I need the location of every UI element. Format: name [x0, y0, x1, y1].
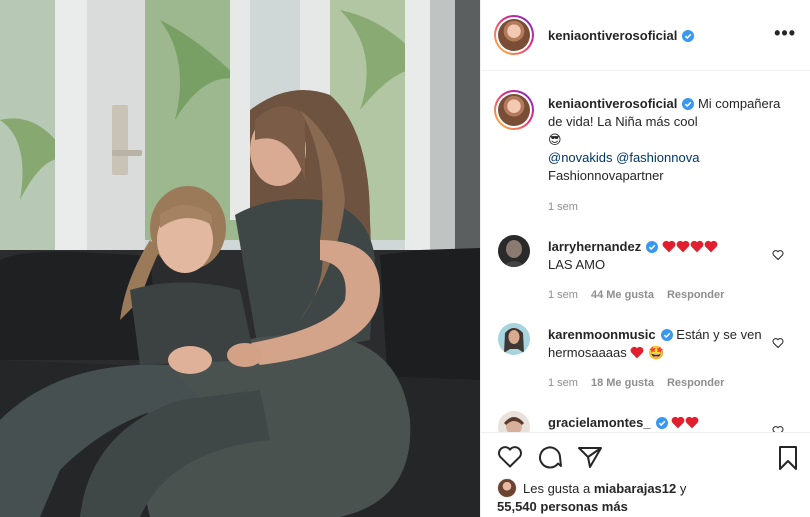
hearts-emoji: [671, 415, 699, 430]
likes-conj: y: [679, 481, 687, 496]
verified-icon: [660, 329, 673, 341]
comment-time[interactable]: 1 sem: [548, 289, 578, 301]
bookmark-icon[interactable]: [777, 445, 799, 471]
like-comment-icon[interactable]: [772, 425, 784, 432]
comments-list: keniaontiverosoficial Mi compañera de vi…: [481, 72, 810, 432]
heart-icon[interactable]: [497, 445, 523, 469]
comment-avatar[interactable]: [498, 411, 530, 432]
comment-meta: 1 sem 44 Me gusta Responder: [548, 286, 768, 304]
mention-fashionnova[interactable]: @fashionnova: [616, 150, 699, 165]
comment-avatar[interactable]: [498, 235, 530, 267]
caption-text: keniaontiverosoficial Mi compañera de vi…: [548, 95, 784, 216]
caption-time[interactable]: 1 sem: [548, 198, 784, 216]
comment-icon[interactable]: [537, 445, 563, 469]
liker-username[interactable]: miabarajas12: [594, 481, 676, 496]
comment-body: karenmoonmusic Están y se ven hermosaaaa…: [548, 326, 768, 392]
verified-icon: [655, 417, 668, 429]
photo-illustration: [0, 0, 480, 517]
like-comment-icon[interactable]: [772, 249, 784, 261]
verified-icon: [646, 241, 659, 253]
comment-body: larryhernandez LAS AMO 1 sem 44 Me gusta R…: [548, 238, 768, 304]
author-avatar[interactable]: [494, 15, 534, 55]
comment-likes[interactable]: 44 Me gusta: [591, 289, 654, 301]
comment-username[interactable]: gracielamontes_: [548, 415, 651, 430]
more-options-icon[interactable]: •••: [774, 24, 796, 42]
sunglasses-emoji: 😎: [548, 132, 562, 147]
comment-meta: 1 sem 18 Me gusta Responder: [548, 374, 768, 392]
comment-time[interactable]: 1 sem: [548, 377, 578, 389]
comment-likes[interactable]: 18 Me gusta: [591, 377, 654, 389]
verified-icon: [682, 98, 695, 110]
heart-emoji: [631, 346, 644, 359]
comment-username[interactable]: karenmoonmusic: [548, 327, 656, 342]
likes-prefix: Les gusta a: [523, 481, 591, 496]
mention-novakids[interactable]: @novakids: [548, 150, 613, 165]
action-bar: [481, 432, 810, 480]
caption-avatar[interactable]: [494, 90, 534, 130]
likes-others[interactable]: 55,540 personas más: [497, 498, 686, 516]
comment-text: LAS AMO: [548, 257, 606, 272]
reply-button[interactable]: Responder: [667, 377, 724, 389]
reply-button[interactable]: Responder: [667, 289, 724, 301]
post-side-panel: keniaontiverosoficial ••• keniaontiveros…: [480, 0, 810, 517]
star-eyes-emoji: 🤩: [648, 345, 665, 360]
likes-summary: Les gusta a miabarajas12 y 55,540 person…: [497, 478, 686, 516]
caption-partner: Fashionnovapartner: [548, 168, 664, 183]
post-header: keniaontiverosoficial •••: [481, 0, 810, 71]
like-comment-icon[interactable]: [772, 337, 784, 349]
liker-avatar[interactable]: [497, 478, 517, 498]
header-username[interactable]: keniaontiverosoficial: [548, 28, 695, 43]
share-icon[interactable]: [577, 445, 603, 469]
verified-icon: [682, 29, 695, 42]
hearts-emoji: [662, 239, 718, 254]
comment-avatar[interactable]: [498, 323, 530, 355]
caption-username[interactable]: keniaontiverosoficial: [548, 96, 677, 111]
post-photo[interactable]: [0, 0, 480, 517]
comment-username[interactable]: larryhernandez: [548, 239, 641, 254]
comment-body: gracielamontes_: [548, 414, 768, 432]
